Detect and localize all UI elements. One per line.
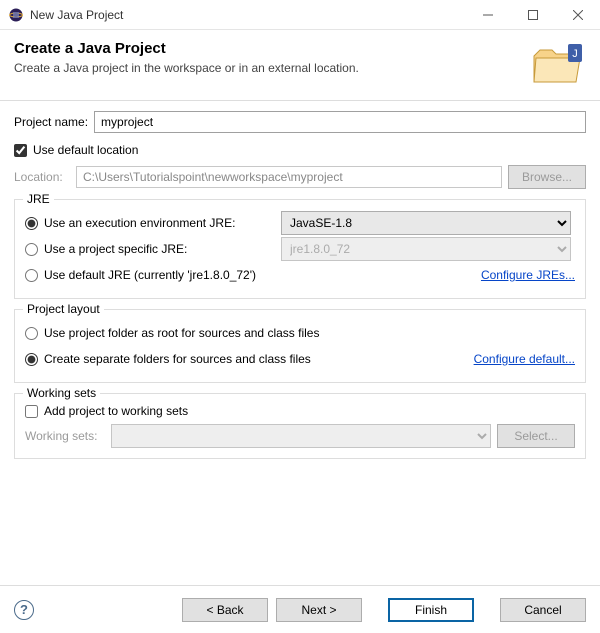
jre-project-specific-radio[interactable]: Use a project specific JRE: [25,242,275,256]
jre-project-specific-select: jre1.8.0_72 [281,237,571,261]
next-button[interactable]: Next > [276,598,362,622]
use-default-location-checkbox[interactable]: Use default location [14,143,586,157]
title-bar: New Java Project [0,0,600,30]
window-title: New Java Project [30,8,123,22]
back-button[interactable]: < Back [182,598,268,622]
layout-separate-label: Create separate folders for sources and … [44,352,311,366]
jre-exec-env-label: Use an execution environment JRE: [44,216,235,230]
layout-root-radio[interactable]: Use project folder as root for sources a… [25,320,575,346]
jre-exec-env-radio[interactable]: Use an execution environment JRE: [25,216,275,230]
eclipse-icon [8,7,24,23]
jre-default-radio[interactable]: Use default JRE (currently 'jre1.8.0_72'… [25,268,475,282]
layout-root-label: Use project folder as root for sources a… [44,326,319,340]
project-name-label: Project name: [14,115,88,129]
maximize-button[interactable] [510,0,555,30]
project-layout-group: Project layout Use project folder as roo… [14,309,586,383]
location-label: Location: [14,170,70,184]
use-default-location-input[interactable] [14,144,27,157]
jre-project-specific-label: Use a project specific JRE: [44,242,187,256]
location-input [76,166,502,188]
jre-group: JRE Use an execution environment JRE: Ja… [14,199,586,299]
add-to-working-sets-input[interactable] [25,405,38,418]
wizard-button-bar: ? < Back Next > Finish Cancel [0,585,600,633]
configure-jres-link[interactable]: Configure JREs... [481,268,575,282]
working-sets-label: Working sets: [25,429,105,443]
close-button[interactable] [555,0,600,30]
project-layout-legend: Project layout [23,302,104,316]
working-sets-legend: Working sets [23,386,100,400]
working-sets-group: Working sets Add project to working sets… [14,393,586,459]
configure-default-link[interactable]: Configure default... [474,352,575,366]
project-name-input[interactable] [94,111,586,133]
browse-button: Browse... [508,165,586,189]
cancel-button[interactable]: Cancel [500,598,586,622]
working-sets-select [111,424,491,448]
svg-text:J: J [572,48,578,60]
folder-java-icon: J [530,40,586,86]
jre-default-label: Use default JRE (currently 'jre1.8.0_72'… [44,268,256,282]
working-sets-select-button: Select... [497,424,575,448]
wizard-banner: Create a Java Project Create a Java proj… [0,30,600,101]
help-button[interactable]: ? [14,600,34,620]
wizard-subtitle: Create a Java project in the workspace o… [14,61,530,75]
jre-exec-env-select[interactable]: JavaSE-1.8 [281,211,571,235]
use-default-location-label: Use default location [33,143,138,157]
finish-button[interactable]: Finish [388,598,474,622]
jre-legend: JRE [23,192,54,206]
add-to-working-sets-label: Add project to working sets [44,404,188,418]
minimize-button[interactable] [465,0,510,30]
add-to-working-sets-checkbox[interactable]: Add project to working sets [25,404,575,418]
wizard-heading: Create a Java Project [14,40,530,57]
layout-separate-radio[interactable]: Create separate folders for sources and … [25,352,468,366]
